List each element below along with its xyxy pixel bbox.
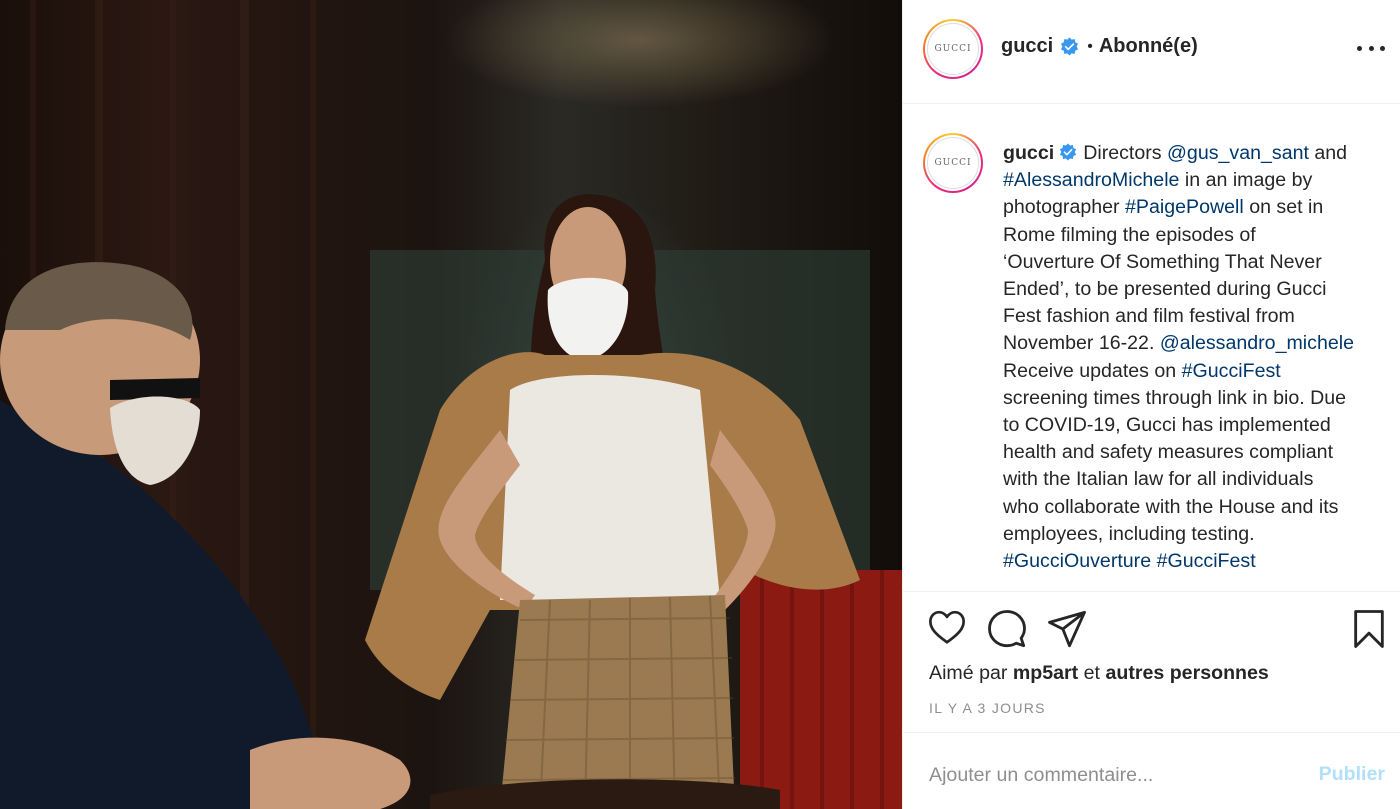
more-options-icon[interactable] xyxy=(1357,38,1385,58)
liker-username[interactable]: mp5art xyxy=(1013,662,1078,684)
publish-button[interactable]: Publier xyxy=(1319,763,1385,786)
caption-text-segment: November 16-22. xyxy=(1003,332,1160,355)
caption-text-segment: employees, including testing. xyxy=(1003,522,1255,545)
follow-status-button[interactable]: Abonné(e) xyxy=(1099,35,1198,58)
caption-author-avatar[interactable]: GUCCI xyxy=(923,133,983,193)
verified-badge-icon xyxy=(1061,37,1079,56)
caption-line: Ended’, to be presented during Gucci xyxy=(1003,276,1395,303)
caption-line: photographer #PaigePowell on set in xyxy=(1003,194,1395,221)
bookmark-icon[interactable] xyxy=(1351,609,1387,649)
paper-plane-icon[interactable] xyxy=(1047,609,1087,649)
caption-line: Fest fashion and film festival from xyxy=(1003,303,1395,330)
caption-text-segment: in an image by xyxy=(1179,169,1313,192)
caption-text-segment: on set in xyxy=(1243,196,1324,219)
caption-hashtag-link[interactable]: #AlessandroMichele xyxy=(1003,169,1179,191)
verified-badge-icon xyxy=(1060,143,1077,161)
caption-hashtag-link[interactable]: #GucciFest xyxy=(1182,360,1281,382)
caption-text-segment: Ended’, to be presented during Gucci xyxy=(1003,278,1327,301)
caption-line: Rome filming the episodes of xyxy=(1003,222,1395,249)
follow-separator: • xyxy=(1087,37,1093,55)
post-image[interactable] xyxy=(0,0,902,809)
caption-text-segment: Directors xyxy=(1083,142,1168,164)
caption-text-segment: and xyxy=(1308,142,1348,164)
author-avatar[interactable]: GUCCI xyxy=(923,19,983,79)
caption-text-segment: with the Italian law for all individuals xyxy=(1003,468,1314,491)
caption-line: #GucciOuverture #GucciFest xyxy=(1003,548,1395,575)
caption-text-segment: photographer xyxy=(1003,196,1126,219)
likes-others-link[interactable]: autres personnes xyxy=(1105,662,1268,684)
heart-icon[interactable] xyxy=(927,609,967,647)
caption-line: health and safety measures compliant xyxy=(1003,439,1395,466)
caption-text-segment: Fest fashion and film festival from xyxy=(1003,305,1295,328)
post-side-panel: GUCCI gucci • Abonné(e) GUCCI gucci Direc… xyxy=(902,0,1400,809)
caption-text: gucci Directors @gus_van_sant and #Alessa… xyxy=(1003,140,1395,575)
caption-line: screening times through link in bio. Due xyxy=(1003,385,1395,412)
caption-text-segment: to COVID-19, Gucci has implemented xyxy=(1003,414,1331,437)
caption-text-segment: Rome filming the episodes of xyxy=(1003,223,1256,246)
post-timestamp[interactable]: IL Y A 3 JOURS xyxy=(929,700,1046,716)
caption-line: who collaborate with the House and its xyxy=(1003,494,1395,521)
caption-text-segment: screening times through link in bio. Due xyxy=(1003,386,1347,409)
post-photo-illustration xyxy=(0,0,902,809)
caption-text-segment: health and safety measures compliant xyxy=(1003,441,1334,464)
caption-hashtag-link[interactable]: #PaigePowell xyxy=(1125,196,1244,218)
comment-input[interactable] xyxy=(929,760,1289,790)
caption-line: to COVID-19, Gucci has implemented xyxy=(1003,412,1395,439)
caption-text-segment: who collaborate with the House and its xyxy=(1003,495,1339,518)
caption-line: November 16-22. @alessandro_michele xyxy=(1003,330,1395,357)
caption-line: ‘Ouverture Of Something That Never xyxy=(1003,249,1395,276)
caption-hashtag-link[interactable]: #GucciOuverture xyxy=(1003,550,1151,572)
author-username[interactable]: gucci xyxy=(1001,35,1053,58)
caption-username[interactable]: gucci xyxy=(1003,142,1054,164)
comment-bar: Publier xyxy=(903,734,1400,809)
caption-line: #AlessandroMichele in an image by xyxy=(1003,167,1395,194)
caption-mention-link[interactable]: @alessandro_michele xyxy=(1160,332,1354,354)
post-header: GUCCI gucci • Abonné(e) xyxy=(903,0,1400,104)
caption-section: GUCCI gucci Directors @gus_van_sant and #… xyxy=(903,105,1400,592)
gucci-logo: GUCCI xyxy=(927,137,979,189)
post-actions: Aimé par mp5art et autres personnes IL Y… xyxy=(903,593,1400,733)
caption-text-segment: ‘Ouverture Of Something That Never xyxy=(1003,250,1322,273)
caption-line: employees, including testing. xyxy=(1003,521,1395,548)
comment-icon[interactable] xyxy=(987,609,1027,649)
caption-line: with the Italian law for all individuals xyxy=(1003,466,1395,493)
caption-hashtag-link[interactable]: #GucciFest xyxy=(1157,550,1256,572)
gucci-logo: GUCCI xyxy=(927,23,979,75)
caption-mention-link[interactable]: @gus_van_sant xyxy=(1167,142,1309,164)
likes-summary: Aimé par mp5art et autres personnes xyxy=(929,662,1269,684)
caption-text-segment: Receive updates on xyxy=(1003,359,1182,382)
caption-line: Receive updates on #GucciFest xyxy=(1003,358,1395,385)
caption-line: gucci Directors @gus_van_sant and xyxy=(1003,140,1395,167)
